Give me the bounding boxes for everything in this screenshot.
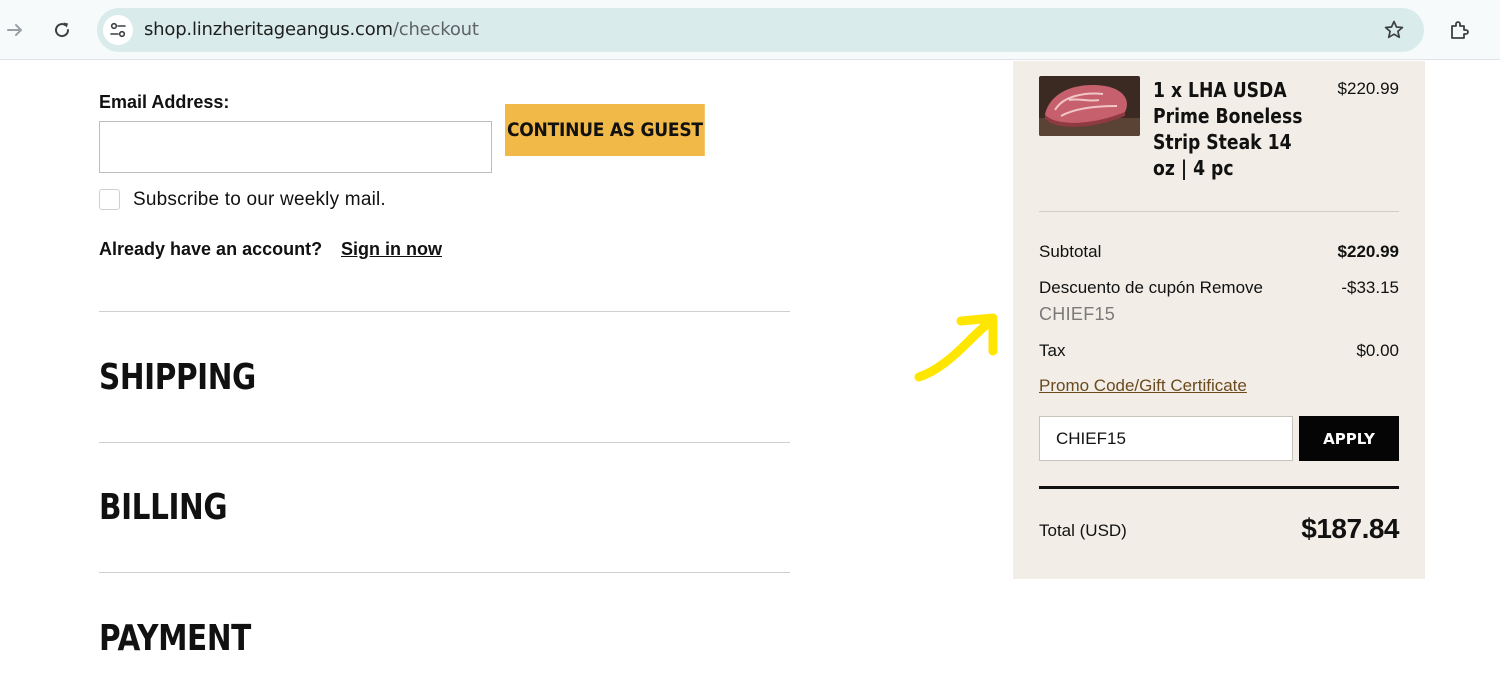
payment-heading[interactable]: PAYMENT <box>99 618 251 659</box>
subtotal-label: Subtotal <box>1039 242 1102 261</box>
product-name: 1 x LHA USDA Prime Boneless Strip Steak … <box>1153 78 1303 180</box>
email-field[interactable] <box>99 121 492 173</box>
total-value: $187.84 <box>1301 513 1399 544</box>
tax-label: Tax <box>1039 341 1066 360</box>
url-text[interactable]: shop.linzheritageangus.com/checkout <box>144 19 479 41</box>
extensions-icon[interactable] <box>1444 15 1474 45</box>
address-bar[interactable]: shop.linzheritageangus.com/checkout <box>97 8 1424 52</box>
account-prompt: Already have an account? <box>99 239 323 259</box>
bookmark-star-icon[interactable] <box>1382 18 1406 47</box>
billing-heading[interactable]: BILLING <box>99 487 228 528</box>
promo-code-link[interactable]: Promo Code/Gift Certificate <box>1039 376 1247 396</box>
order-summary: 1 x LHA USDA Prime Boneless Strip Steak … <box>1013 61 1425 579</box>
forward-icon[interactable] <box>0 15 30 45</box>
total-label: Total (USD) <box>1039 521 1127 540</box>
url-path: /checkout <box>392 19 479 40</box>
subscribe-label[interactable]: Subscribe to our weekly mail. <box>133 189 386 211</box>
browser-toolbar: shop.linzheritageangus.com/checkout <box>0 0 1500 60</box>
url-domain: shop.linzheritageangus.com <box>144 19 393 40</box>
product-thumbnail[interactable] <box>1039 76 1140 136</box>
discount-value: -$33.15 <box>1341 278 1399 297</box>
apply-button[interactable]: APPLY <box>1299 416 1399 461</box>
site-settings-icon[interactable] <box>103 15 133 45</box>
summary-divider <box>1039 211 1399 212</box>
sign-in-link[interactable]: Sign in now <box>341 239 442 260</box>
continue-as-guest-label: CONTINUE AS GUEST <box>507 119 703 141</box>
subscribe-checkbox[interactable] <box>99 189 120 210</box>
applied-coupon-code: CHIEF15 <box>1039 304 1116 324</box>
reload-icon[interactable] <box>47 15 77 45</box>
total-divider <box>1039 486 1399 489</box>
discount-label[interactable]: Descuento de cupón Remove <box>1039 278 1263 298</box>
continue-as-guest-button[interactable]: CONTINUE AS GUEST <box>505 104 705 156</box>
section-divider <box>99 572 790 573</box>
subtotal-value: $220.99 <box>1337 242 1399 261</box>
email-label: Email Address: <box>99 92 230 112</box>
tax-value: $0.00 <box>1356 341 1399 360</box>
promo-code-input[interactable] <box>1039 416 1293 461</box>
scrollbar-track[interactable] <box>1492 60 1500 692</box>
product-price: $220.99 <box>1337 79 1399 98</box>
section-divider <box>99 311 790 312</box>
shipping-heading[interactable]: SHIPPING <box>99 357 256 398</box>
annotation-arrow-icon <box>905 305 1005 390</box>
section-divider <box>99 442 790 443</box>
